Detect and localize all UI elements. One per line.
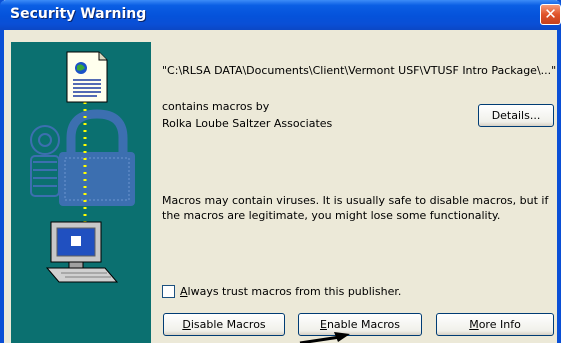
enable-label: nable Macros <box>326 318 400 331</box>
close-icon: ✕ <box>544 5 557 23</box>
always-trust-checkbox[interactable] <box>162 285 175 298</box>
more-accel: M <box>469 318 479 331</box>
dialog-title: Security Warning <box>10 6 147 22</box>
computer-icon <box>45 221 119 283</box>
contains-macros-text: contains macros by <box>162 100 270 113</box>
disable-macros-button[interactable]: Disable Macros <box>163 313 285 336</box>
close-button[interactable]: ✕ <box>540 4 561 25</box>
security-illustration <box>30 51 135 283</box>
publisher-name: Rolka Loube Saltzer Associates <box>162 117 333 130</box>
disable-label: isable Macros <box>190 318 266 331</box>
disable-accel: D <box>182 318 191 331</box>
always-trust-label[interactable]: Always trust macros from this publisher. <box>180 285 401 298</box>
details-button[interactable]: Details... <box>478 104 554 127</box>
lock-icon <box>59 109 135 206</box>
title-bar[interactable]: Security Warning ✕ <box>0 0 561 30</box>
macro-warning-text: Macros may contain viruses. It is usuall… <box>162 194 549 222</box>
security-illustration-panel <box>11 42 151 343</box>
details-button-label: Details... <box>491 109 541 122</box>
more-info-button[interactable]: More Info <box>436 313 554 336</box>
document-icon <box>66 51 108 103</box>
enable-accel: E <box>320 318 327 331</box>
file-path-text: "C:\RLSA DATA\Documents\Client\Vermont U… <box>162 64 557 77</box>
enable-macros-button[interactable]: Enable Macros <box>298 313 422 336</box>
keys-icon <box>30 125 60 197</box>
more-label: ore Info <box>478 318 521 331</box>
